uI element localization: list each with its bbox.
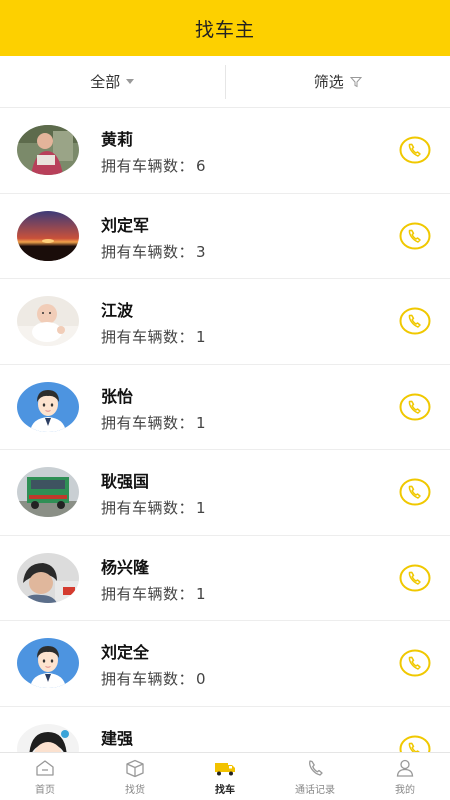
vehicle-count-label: 拥有车辆数：: [101, 242, 195, 261]
baby-photo-icon: [17, 296, 79, 346]
page-title: 找车主: [194, 18, 255, 41]
avatar: [17, 210, 79, 261]
tab-find-cargo-label: 找货: [125, 784, 145, 796]
owner-list: 黄莉 拥有车辆数： 6 刘定军 拥有车辆数： 3 江波 拥有车辆数： 1 张怡 …: [0, 108, 450, 752]
truck-icon: [215, 762, 235, 775]
woman-photo-icon: [17, 125, 79, 175]
vehicle-count-label: 拥有车辆数：: [101, 413, 195, 432]
call-button[interactable]: [399, 478, 431, 506]
sunset-photo-icon: [17, 210, 79, 261]
tab-home[interactable]: 首页: [0, 753, 90, 800]
call-button[interactable]: [399, 564, 431, 592]
vehicle-count: 拥有车辆数： 1: [101, 497, 206, 518]
tab-call-records-label: 通话记录: [295, 784, 335, 796]
truck-photo-icon: [17, 467, 79, 517]
phone-call-icon: [399, 649, 431, 677]
phone-call-icon: [399, 564, 431, 591]
phone-call-icon: [399, 136, 431, 164]
owner-name: 耿强国: [101, 472, 150, 491]
funnel-icon: [349, 76, 362, 87]
avatar: [17, 296, 79, 346]
default-avatar-icon: [17, 638, 79, 688]
phone-call-icon: [399, 735, 431, 752]
box-icon: [126, 759, 144, 777]
owner-name: 黄莉: [101, 130, 134, 149]
person-photo-icon: [17, 552, 79, 603]
vehicle-count-value: 1: [196, 328, 207, 346]
avatar: [17, 467, 79, 517]
tab-find-vehicle-label: 找车: [215, 784, 235, 796]
filter-button[interactable]: 筛选: [226, 56, 450, 107]
top-header: 找车主: [0, 0, 450, 56]
filter-bar: 全部 筛选: [0, 56, 450, 108]
tab-mine-label: 我的: [395, 784, 415, 796]
list-item[interactable]: 张怡 拥有车辆数： 1: [0, 364, 450, 450]
call-button[interactable]: [399, 393, 431, 421]
home-icon: [36, 759, 54, 776]
list-item[interactable]: 黄莉 拥有车辆数： 6: [0, 108, 450, 194]
call-button[interactable]: [399, 735, 431, 752]
owner-name: 杨兴隆: [101, 557, 150, 577]
vehicle-count-value: 1: [196, 413, 207, 432]
vehicle-count-value: 1: [196, 499, 207, 517]
bottom-tab-bar: 首页 找货 找车 通话记录 我的: [0, 752, 450, 800]
call-button[interactable]: [399, 649, 431, 677]
owner-name: 江波: [101, 301, 134, 320]
owner-name: 建强: [101, 728, 134, 748]
list-item[interactable]: 刘定全 拥有车辆数： 0: [0, 621, 450, 707]
vehicle-count-label: 拥有车辆数：: [101, 157, 195, 175]
vehicle-count: 拥有车辆数： 1: [101, 326, 206, 347]
call-button[interactable]: [399, 136, 431, 164]
vehicle-count-value: 1: [196, 584, 207, 603]
phone-call-icon: [399, 307, 431, 335]
vehicle-count-label: 拥有车辆数：: [101, 584, 195, 603]
vehicle-count-label: 拥有车辆数：: [101, 328, 195, 346]
call-button[interactable]: [399, 307, 431, 335]
default-avatar-icon: [17, 381, 79, 432]
call-button[interactable]: [399, 222, 431, 250]
phone-call-icon: [399, 393, 431, 420]
list-item[interactable]: 杨兴隆 拥有车辆数： 1: [0, 535, 450, 621]
tab-call-records[interactable]: 通话记录: [270, 753, 360, 800]
tab-find-vehicle[interactable]: 找车: [180, 753, 270, 800]
vehicle-count: 拥有车辆数： 3: [101, 241, 206, 262]
owner-name: 刘定军: [101, 215, 150, 235]
avatar: [17, 723, 79, 752]
vehicle-count: 拥有车辆数： 1: [101, 412, 206, 433]
list-item[interactable]: 刘定军 拥有车辆数： 3: [0, 193, 450, 279]
vehicle-count-value: 3: [196, 242, 207, 261]
all-dropdown[interactable]: 全部: [0, 56, 225, 107]
tab-home-label: 首页: [35, 784, 55, 796]
phone-icon: [309, 759, 323, 776]
vehicle-count: 拥有车辆数： 1: [101, 583, 206, 604]
user-icon: [396, 759, 414, 777]
phone-call-icon: [399, 478, 431, 506]
vehicle-count: 拥有车辆数： 0: [101, 668, 206, 689]
vehicle-count-label: 拥有车辆数：: [101, 499, 195, 517]
list-item[interactable]: 建强: [0, 706, 450, 752]
avatar: [17, 125, 79, 175]
avatar: [17, 638, 79, 688]
owner-name: 刘定全: [101, 643, 150, 662]
tab-mine[interactable]: 我的: [360, 753, 450, 800]
cartoon-photo-icon: [17, 723, 79, 752]
vehicle-count-value: 6: [196, 157, 207, 175]
vehicle-count-value: 0: [196, 670, 207, 688]
caret-down-icon: [126, 79, 135, 84]
avatar: [17, 552, 79, 603]
vehicle-count: 拥有车辆数： 6: [101, 155, 206, 176]
list-item[interactable]: 耿强国 拥有车辆数： 1: [0, 450, 450, 536]
list-item[interactable]: 江波 拥有车辆数： 1: [0, 279, 450, 365]
avatar: [17, 381, 79, 432]
owner-name: 张怡: [101, 386, 134, 406]
tab-find-cargo[interactable]: 找货: [90, 753, 180, 800]
phone-call-icon: [399, 222, 431, 249]
all-dropdown-label: 全部: [90, 73, 121, 91]
filter-button-label: 筛选: [313, 73, 344, 91]
vehicle-count-label: 拥有车辆数：: [101, 670, 195, 688]
